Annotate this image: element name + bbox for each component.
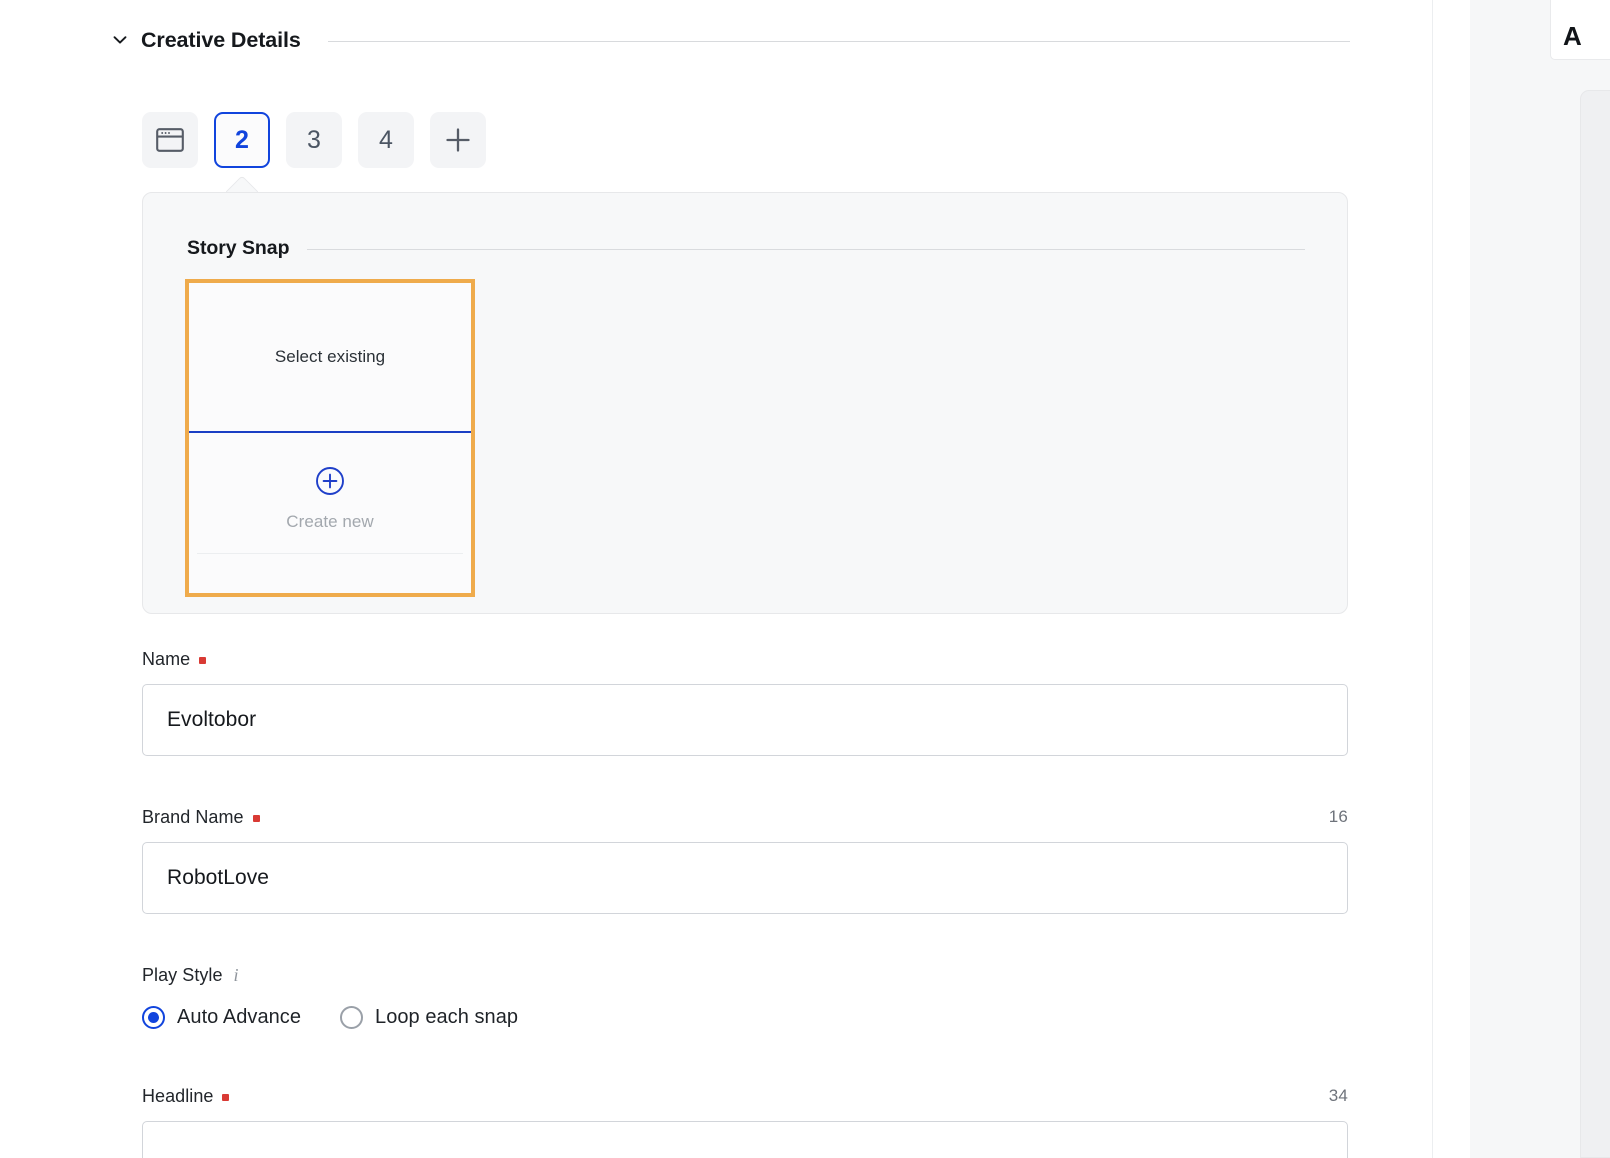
headline-label-row: Headline 34: [142, 1085, 1348, 1107]
story-snap-panel: Story Snap Select existing Create new: [142, 192, 1348, 614]
header-divider: [327, 40, 1350, 42]
brand-name-field-group: Brand Name 16: [142, 806, 1348, 914]
radio-auto-advance-label: Auto Advance: [177, 1006, 302, 1028]
page-title: Creative Details: [141, 27, 301, 52]
select-existing-label: Select existing: [274, 347, 386, 366]
preview-thumbnail-card[interactable]: A: [1550, 0, 1610, 60]
name-required-indicator: [199, 656, 207, 664]
creative-details-screen: Creative Details 2 3 4 Story Snap Select…: [0, 0, 1610, 1158]
radio-loop-each-snap-mark[interactable]: [340, 1006, 364, 1029]
info-icon[interactable]: i: [234, 966, 239, 984]
brand-name-label: Brand Name: [142, 806, 244, 827]
tab-snap-2[interactable]: 2: [214, 112, 270, 168]
headline-required-indicator: [222, 1093, 230, 1101]
preview-thumbnail-glyph: A: [1563, 21, 1582, 51]
tab-snap-4[interactable]: 4: [358, 112, 414, 168]
brand-name-label-row: Brand Name 16: [142, 806, 1348, 828]
name-label-row: Name: [142, 648, 1348, 670]
creative-details-form-panel: Creative Details 2 3 4 Story Snap Select…: [0, 0, 1432, 1158]
preview-surface-panel: [1580, 90, 1610, 1158]
snap-tab-strip: 2 3 4: [142, 112, 486, 168]
create-new-label: Create new: [286, 512, 374, 531]
headline-label: Headline: [142, 1085, 214, 1106]
right-preview-rail: A: [1470, 0, 1610, 1158]
brand-name-char-counter: 16: [1328, 807, 1348, 826]
brand-name-required-indicator: [252, 814, 260, 822]
name-field-group: Name: [142, 648, 1348, 756]
story-snap-divider: [307, 249, 1305, 250]
story-snap-title: Story Snap: [187, 237, 290, 259]
play-style-radio-group: Auto Advance Loop each snap: [142, 1006, 1348, 1029]
radio-auto-advance[interactable]: Auto Advance: [142, 1006, 301, 1029]
media-card-footer-divider: [197, 553, 463, 554]
plus-circle-icon: [315, 433, 345, 496]
tab-snap-preview[interactable]: [142, 112, 198, 168]
tab-snap-2-label: 2: [235, 125, 249, 154]
tab-snap-3[interactable]: 3: [286, 112, 342, 168]
tab-snap-3-label: 3: [307, 125, 321, 154]
plus-icon: [444, 126, 472, 154]
name-label: Name: [142, 648, 191, 669]
window-icon: [155, 127, 185, 153]
play-style-label-row: Play Style i: [142, 963, 1348, 987]
headline-field-group: Headline 34: [142, 1085, 1348, 1158]
add-snap-button[interactable]: [430, 112, 486, 168]
story-snap-media-card[interactable]: Select existing Create new: [185, 279, 475, 597]
play-style-group: Play Style i Auto Advance Loop each snap: [142, 963, 1348, 1029]
play-style-label: Play Style: [142, 964, 223, 985]
radio-loop-each-snap[interactable]: Loop each snap: [340, 1006, 518, 1029]
tab-snap-4-label: 4: [379, 125, 393, 154]
headline-input[interactable]: [142, 1121, 1348, 1158]
radio-auto-advance-mark[interactable]: [142, 1006, 165, 1029]
creative-details-section-header[interactable]: Creative Details: [110, 24, 1350, 56]
panel-gutter: [1432, 0, 1470, 1158]
brand-name-input[interactable]: [142, 842, 1348, 914]
select-existing-dropzone[interactable]: Select existing: [189, 283, 471, 433]
chevron-down-icon[interactable]: [110, 30, 130, 50]
radio-loop-each-snap-label: Loop each snap: [375, 1006, 519, 1028]
create-new-dropzone[interactable]: Create new: [189, 433, 471, 593]
story-snap-header: Story Snap: [187, 237, 1305, 260]
headline-char-counter: 34: [1328, 1086, 1348, 1105]
name-input[interactable]: [142, 684, 1348, 756]
